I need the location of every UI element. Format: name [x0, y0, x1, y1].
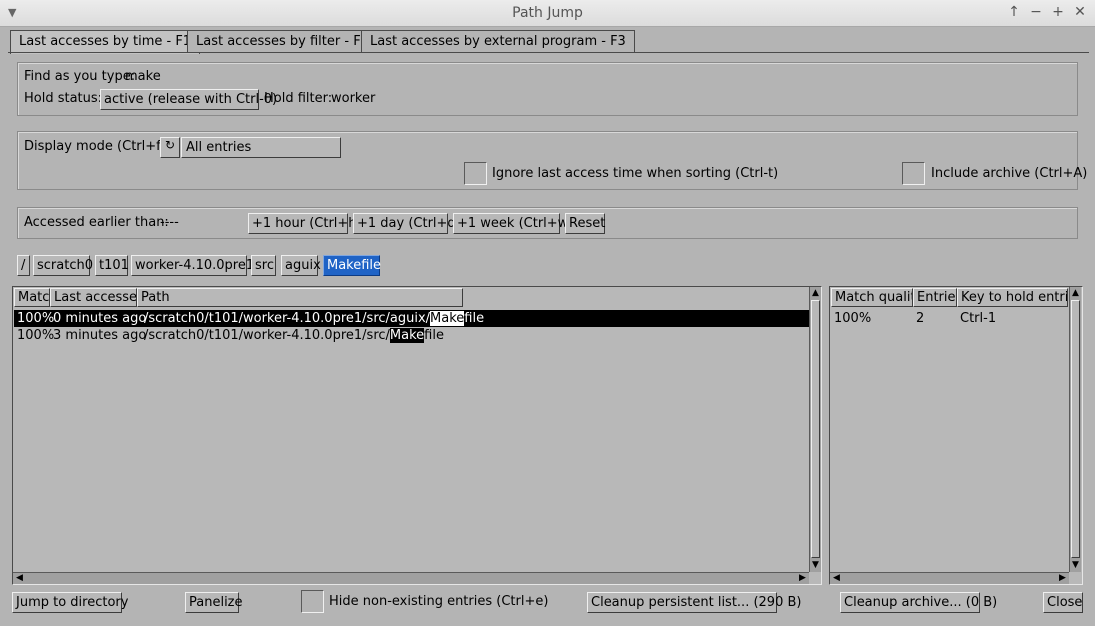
- cleanup-archive-button[interactable]: Cleanup archive... (0 B): [840, 592, 997, 613]
- breadcrumb-aguix[interactable]: aguix: [281, 255, 321, 276]
- close-window-icon[interactable]: ✕: [1072, 4, 1088, 20]
- scroll-thumb[interactable]: [1071, 300, 1080, 558]
- main-list-vscroll[interactable]: ▲ ▼: [809, 287, 821, 572]
- row-entries: 2: [916, 311, 925, 326]
- path-prefix: /scratch0/t101/worker-4.10.0pre1/src/: [144, 328, 390, 343]
- row-key: Ctrl-1: [960, 311, 997, 326]
- side-list-vscroll[interactable]: ▲ ▼: [1069, 287, 1081, 572]
- find-label: Find as you type:: [24, 69, 136, 84]
- panelize-button[interactable]: Panelize: [185, 592, 243, 613]
- breadcrumb-makefile[interactable]: Makefile: [323, 255, 381, 276]
- accessed-group: Accessed earlier than: ---- +1 hour (Ctr…: [17, 207, 1078, 239]
- side-list[interactable]: Match quality Entries Key to hold entrie…: [829, 286, 1083, 585]
- col-header-last-accessed[interactable]: Last accessed: [50, 288, 137, 307]
- accessed-value: ----: [160, 215, 179, 230]
- breadcrumb-root[interactable]: /: [17, 255, 30, 276]
- find-group: Find as you type: make Hold status: acti…: [17, 62, 1078, 116]
- breadcrumb-worker[interactable]: worker-4.10.0pre1: [131, 255, 254, 276]
- scroll-up-icon[interactable]: ▲: [810, 288, 821, 299]
- row-quality: 100%: [834, 311, 872, 326]
- tab-label: Last accesses by external program - F3: [370, 34, 626, 49]
- scroll-down-icon[interactable]: ▼: [810, 560, 821, 571]
- move-up-icon[interactable]: ↑: [1006, 4, 1022, 20]
- find-value: make: [125, 69, 161, 84]
- path-prefix: /scratch0/t101/worker-4.10.0pre1/src/agu…: [144, 311, 431, 326]
- tab-label: Last accesses by filter - F2: [196, 34, 369, 49]
- tab-by-external-program[interactable]: Last accesses by external program - F3: [361, 30, 635, 53]
- scroll-left-icon[interactable]: ◀: [14, 573, 25, 584]
- path-suffix: file: [464, 311, 485, 326]
- table-row[interactable]: 100% 2 Ctrl-1: [831, 310, 1069, 327]
- side-list-hscroll[interactable]: ◀ ▶: [830, 572, 1069, 584]
- include-archive-label: Include archive (Ctrl+A): [931, 166, 1088, 181]
- row-path: /scratch0/t101/worker-4.10.0pre1/src/Mak…: [144, 328, 444, 343]
- hide-non-existing-label: Hide non-existing entries (Ctrl+e): [329, 594, 549, 609]
- hold-status-button[interactable]: active (release with Ctrl-0): [100, 89, 277, 110]
- plus-day-button[interactable]: +1 day (Ctrl+d): [353, 213, 461, 234]
- include-archive-checkbox[interactable]: [902, 162, 925, 185]
- plus-hour-button[interactable]: +1 hour (Ctrl+h): [248, 213, 362, 234]
- window-title: Path Jump: [512, 5, 583, 21]
- tab-by-time[interactable]: Last accesses by time - F1: [10, 30, 201, 54]
- scroll-up-icon[interactable]: ▲: [1070, 288, 1081, 299]
- scroll-down-icon[interactable]: ▼: [1070, 560, 1081, 571]
- display-mode-group: Display mode (Ctrl+f): ↻ All entries Ign…: [17, 131, 1087, 190]
- row-time: 3 minutes ago: [53, 328, 147, 343]
- main-window: Last accesses by time - F1 Last accesses…: [0, 27, 1095, 626]
- reset-button[interactable]: Reset: [565, 213, 605, 234]
- hold-status-label: Hold status:: [24, 91, 103, 106]
- main-list[interactable]: Matc Last accessed Path 100% 0 minutes a…: [12, 286, 822, 585]
- ignore-time-label: Ignore last access time when sorting (Ct…: [492, 166, 779, 181]
- row-match: 100%: [17, 328, 55, 343]
- path-suffix: file: [424, 328, 444, 343]
- display-mode-label: Display mode (Ctrl+f):: [24, 139, 171, 154]
- col-header-match-quality[interactable]: Match quality: [831, 288, 913, 307]
- title-bar: ▼ Path Jump ↑ − + ✕: [0, 0, 1095, 27]
- col-header-hold-key[interactable]: Key to hold entries: [957, 288, 1068, 307]
- path-match: Make: [430, 311, 465, 326]
- path-match: Make: [389, 328, 425, 343]
- jump-to-directory-button[interactable]: Jump to directory: [12, 592, 128, 613]
- hold-filter-value: worker: [331, 91, 376, 106]
- cleanup-persistent-button[interactable]: Cleanup persistent list... (290 B): [587, 592, 801, 613]
- maximize-icon[interactable]: +: [1050, 4, 1066, 20]
- table-row[interactable]: 100% 0 minutes ago /scratch0/t101/worker…: [14, 310, 810, 327]
- row-path: /scratch0/t101/worker-4.10.0pre1/src/agu…: [144, 311, 484, 326]
- col-header-entries[interactable]: Entries: [913, 288, 957, 307]
- col-header-path[interactable]: Path: [137, 288, 463, 307]
- breadcrumb-scratch0[interactable]: scratch0: [33, 255, 93, 276]
- row-match: 100%: [17, 311, 55, 326]
- tab-by-filter[interactable]: Last accesses by filter - F2: [187, 30, 378, 53]
- scroll-thumb[interactable]: [811, 300, 820, 558]
- tab-label: Last accesses by time - F1: [19, 34, 192, 49]
- hold-filter-label: Hold filter:: [264, 91, 333, 106]
- display-mode-select[interactable]: All entries: [181, 137, 341, 158]
- tab-divider: [8, 52, 1089, 53]
- scroll-right-icon[interactable]: ▶: [797, 573, 808, 584]
- breadcrumb-src[interactable]: src: [251, 255, 276, 276]
- main-list-hscroll[interactable]: ◀ ▶: [13, 572, 809, 584]
- table-row[interactable]: 100% 3 minutes ago /scratch0/t101/worker…: [14, 327, 810, 344]
- breadcrumb-t101[interactable]: t101: [95, 255, 129, 276]
- plus-week-button[interactable]: +1 week (Ctrl+w): [453, 213, 573, 234]
- ignore-time-checkbox[interactable]: [464, 162, 487, 185]
- accessed-label: Accessed earlier than:: [24, 215, 169, 230]
- close-button[interactable]: Close: [1043, 592, 1083, 613]
- scroll-right-icon[interactable]: ▶: [1057, 573, 1068, 584]
- scroll-left-icon[interactable]: ◀: [831, 573, 842, 584]
- cycle-icon[interactable]: ↻: [160, 137, 180, 158]
- hide-non-existing-checkbox[interactable]: [301, 590, 324, 613]
- row-time: 0 minutes ago: [53, 311, 147, 326]
- col-header-match[interactable]: Matc: [14, 288, 50, 307]
- minimize-icon[interactable]: −: [1028, 4, 1044, 20]
